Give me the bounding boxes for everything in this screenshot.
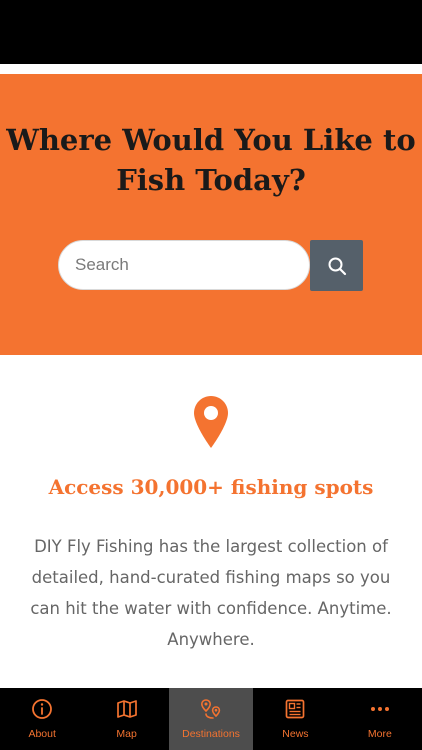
feature-section: Access 30,000+ fishing spots DIY Fly Fis… (0, 355, 422, 688)
news-icon (286, 699, 305, 719)
tab-more[interactable]: More (338, 688, 422, 750)
tab-news[interactable]: News (253, 688, 337, 750)
route-pins-icon (201, 699, 221, 719)
bottom-tab-bar: About Map Destinations News More (0, 688, 422, 750)
map-icon (116, 700, 137, 718)
hero-banner: Where Would You Like to Fish Today? (0, 74, 422, 355)
search-input[interactable] (58, 240, 310, 290)
tab-about[interactable]: About (0, 688, 84, 750)
hero-title-line-1: Where Would You Like to (6, 123, 416, 157)
search-icon (328, 257, 346, 275)
tab-more-label: More (367, 728, 392, 740)
hero-title: Where Would You Like to Fish Today? (0, 120, 422, 200)
info-icon (32, 699, 53, 719)
tab-map[interactable]: Map (84, 688, 168, 750)
more-dots-icon (370, 707, 389, 711)
map-pin-icon (194, 396, 228, 448)
tab-map-label: Map (116, 728, 137, 740)
search-button[interactable] (310, 240, 363, 291)
feature-description: DIY Fly Fishing has the largest collecti… (30, 537, 392, 649)
top-divider (0, 64, 422, 74)
hero-title-line-2: Fish Today? (116, 163, 306, 197)
tab-news-label: News (282, 728, 309, 740)
status-bar (0, 0, 422, 64)
tab-about-label: About (28, 728, 56, 740)
tab-destinations-label: Destinations (182, 728, 240, 740)
feature-title: Access 30,000+ fishing spots (48, 475, 374, 499)
tab-destinations[interactable]: Destinations (168, 688, 254, 750)
